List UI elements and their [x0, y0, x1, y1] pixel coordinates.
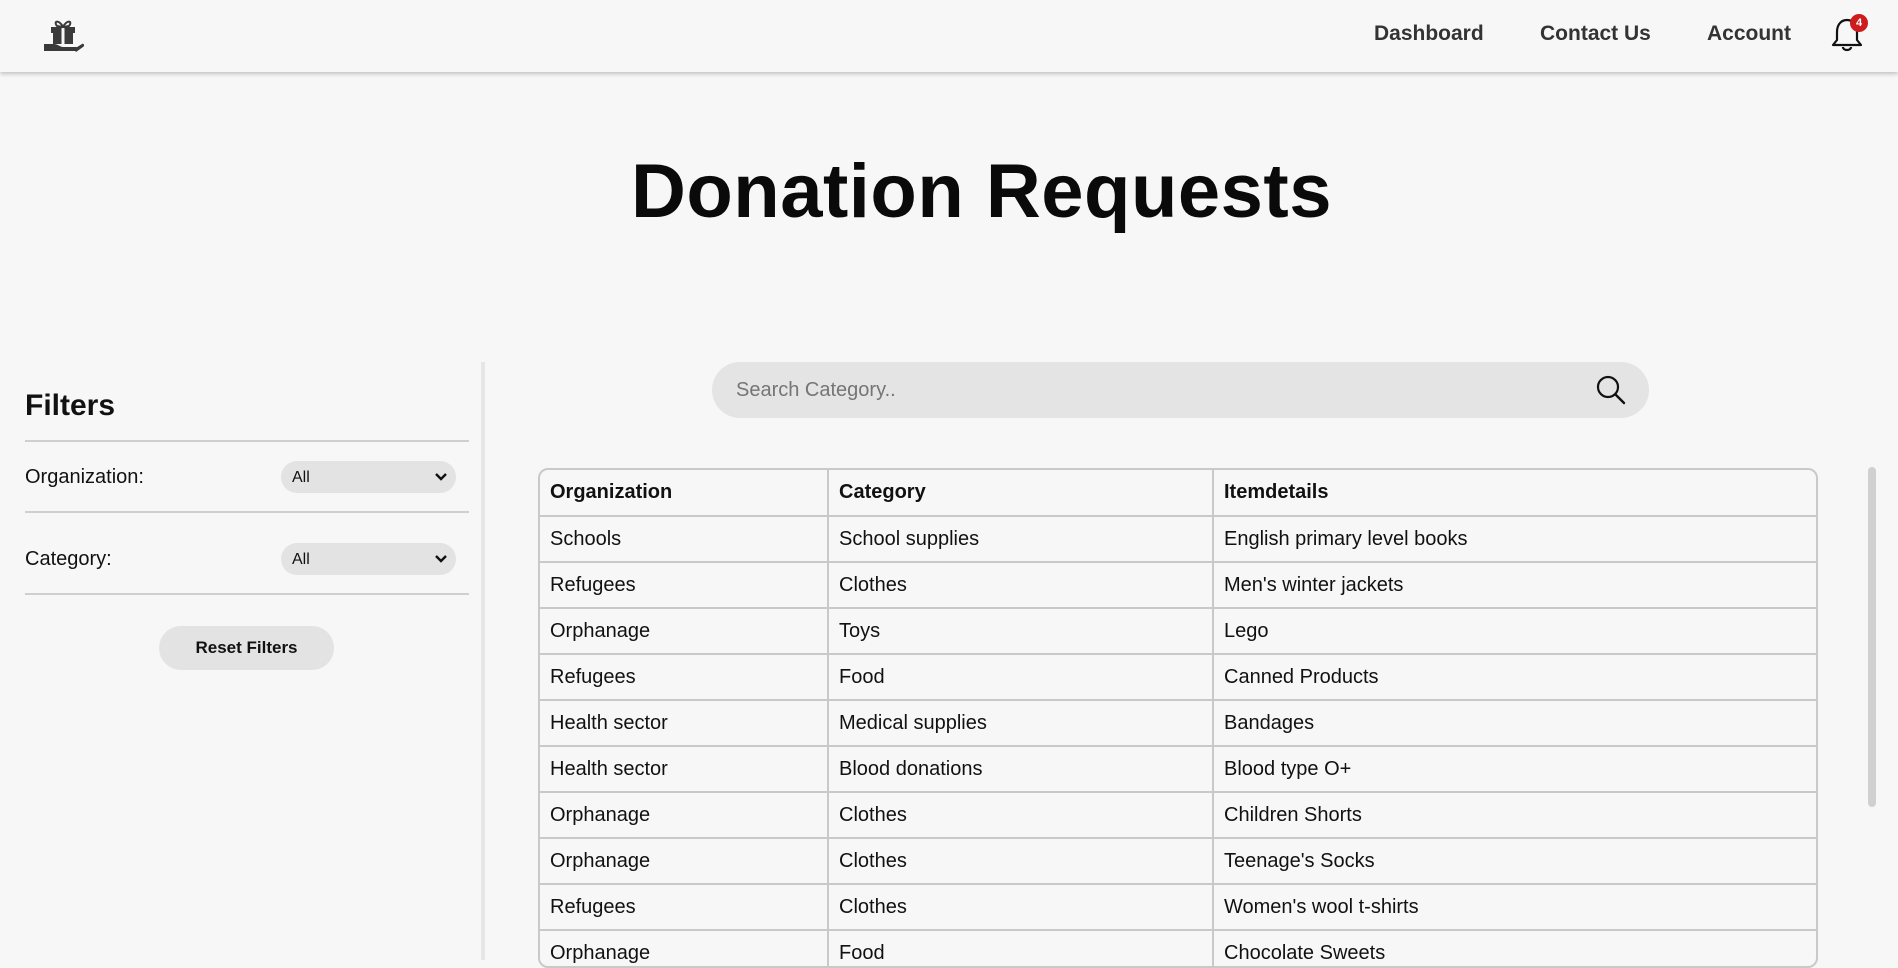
table-cell: Clothes — [827, 791, 1214, 839]
column-header-category[interactable]: Category — [827, 470, 1214, 517]
donation-requests-table: Organization Category Itemdetails School… — [538, 468, 1818, 968]
search-icon[interactable] — [1595, 374, 1627, 406]
table-cell: English primary level books — [1212, 515, 1816, 563]
table-cell: Lego — [1212, 607, 1816, 655]
table-cell: Toys — [827, 607, 1214, 655]
table-row[interactable]: Schools School supplies English primary le… — [540, 515, 1816, 563]
divider — [25, 593, 469, 595]
table-cell: Bandages — [1212, 699, 1816, 747]
table-cell: Orphanage — [540, 607, 829, 655]
filters-heading: Filters — [25, 389, 116, 422]
table-cell: Schools — [540, 515, 829, 563]
table-cell: Chocolate Sweets — [1212, 929, 1816, 966]
nav-dashboard-link[interactable]: Dashboard — [1374, 22, 1484, 46]
table-cell: Refugees — [540, 561, 829, 609]
table-cell: Medical supplies — [827, 699, 1214, 747]
table-row[interactable]: Refugees Food Canned Products — [540, 653, 1816, 701]
table-body: Schools School supplies English primary le… — [540, 515, 1816, 966]
reset-filters-button[interactable]: Reset Filters — [159, 626, 334, 670]
organization-filter-select[interactable]: All — [281, 461, 456, 493]
table-cell: Food — [827, 653, 1214, 701]
page-title: Donation Requests — [631, 149, 1332, 234]
organization-filter-label: Organization: — [25, 466, 144, 488]
table-cell: Women's wool t-shirts — [1212, 883, 1816, 931]
table-cell: Food — [827, 929, 1214, 966]
table-row[interactable]: Orphanage Clothes Children Shorts — [540, 791, 1816, 839]
organization-select[interactable]: All — [281, 461, 456, 493]
table-cell: Blood donations — [827, 745, 1214, 793]
top-navbar: Dashboard Contact Us Account 4 — [0, 0, 1898, 72]
table-row[interactable]: Health sector Medical supplies Bandages — [540, 699, 1816, 747]
table-header-row: Organization Category Itemdetails — [540, 470, 1816, 517]
search-input[interactable] — [736, 362, 1576, 418]
table-cell: Orphanage — [540, 791, 829, 839]
divider — [25, 511, 469, 513]
nav-contact-us-link[interactable]: Contact Us — [1540, 22, 1651, 46]
column-header-organization[interactable]: Organization — [540, 470, 829, 517]
table-scrollbar[interactable] — [1868, 467, 1876, 807]
table-cell: Refugees — [540, 653, 829, 701]
column-header-itemdetails[interactable]: Itemdetails — [1212, 470, 1816, 517]
table-row[interactable]: Orphanage Food Chocolate Sweets — [540, 929, 1816, 966]
table-cell: Refugees — [540, 883, 829, 931]
table-cell: Clothes — [827, 837, 1214, 885]
table-row[interactable]: Orphanage Toys Lego — [540, 607, 1816, 655]
table-cell: Canned Products — [1212, 653, 1816, 701]
table-row[interactable]: Refugees Clothes Men's winter jackets — [540, 561, 1816, 609]
category-filter-select[interactable]: All — [281, 543, 456, 575]
sidebar-divider — [481, 362, 485, 960]
search-bar — [712, 362, 1649, 418]
table-cell: Orphanage — [540, 929, 829, 966]
divider — [25, 440, 469, 442]
table-row[interactable]: Orphanage Clothes Teenage's Socks — [540, 837, 1816, 885]
table-row[interactable]: Refugees Clothes Women's wool t-shirts — [540, 883, 1816, 931]
category-select[interactable]: All — [281, 543, 456, 575]
table-row[interactable]: Health sector Blood donations Blood type O… — [540, 745, 1816, 793]
table-cell: Orphanage — [540, 837, 829, 885]
table-cell: Clothes — [827, 883, 1214, 931]
table-cell: Health sector — [540, 699, 829, 747]
table-cell: Blood type O+ — [1212, 745, 1816, 793]
category-filter-label: Category: — [25, 548, 112, 570]
table-cell: Health sector — [540, 745, 829, 793]
table-cell: Children Shorts — [1212, 791, 1816, 839]
gift-hand-icon[interactable] — [42, 16, 85, 56]
notification-badge: 4 — [1850, 14, 1868, 32]
table-cell: School supplies — [827, 515, 1214, 563]
table-cell: Clothes — [827, 561, 1214, 609]
table-cell: Teenage's Socks — [1212, 837, 1816, 885]
nav-account-link[interactable]: Account — [1707, 22, 1791, 46]
table-cell: Men's winter jackets — [1212, 561, 1816, 609]
